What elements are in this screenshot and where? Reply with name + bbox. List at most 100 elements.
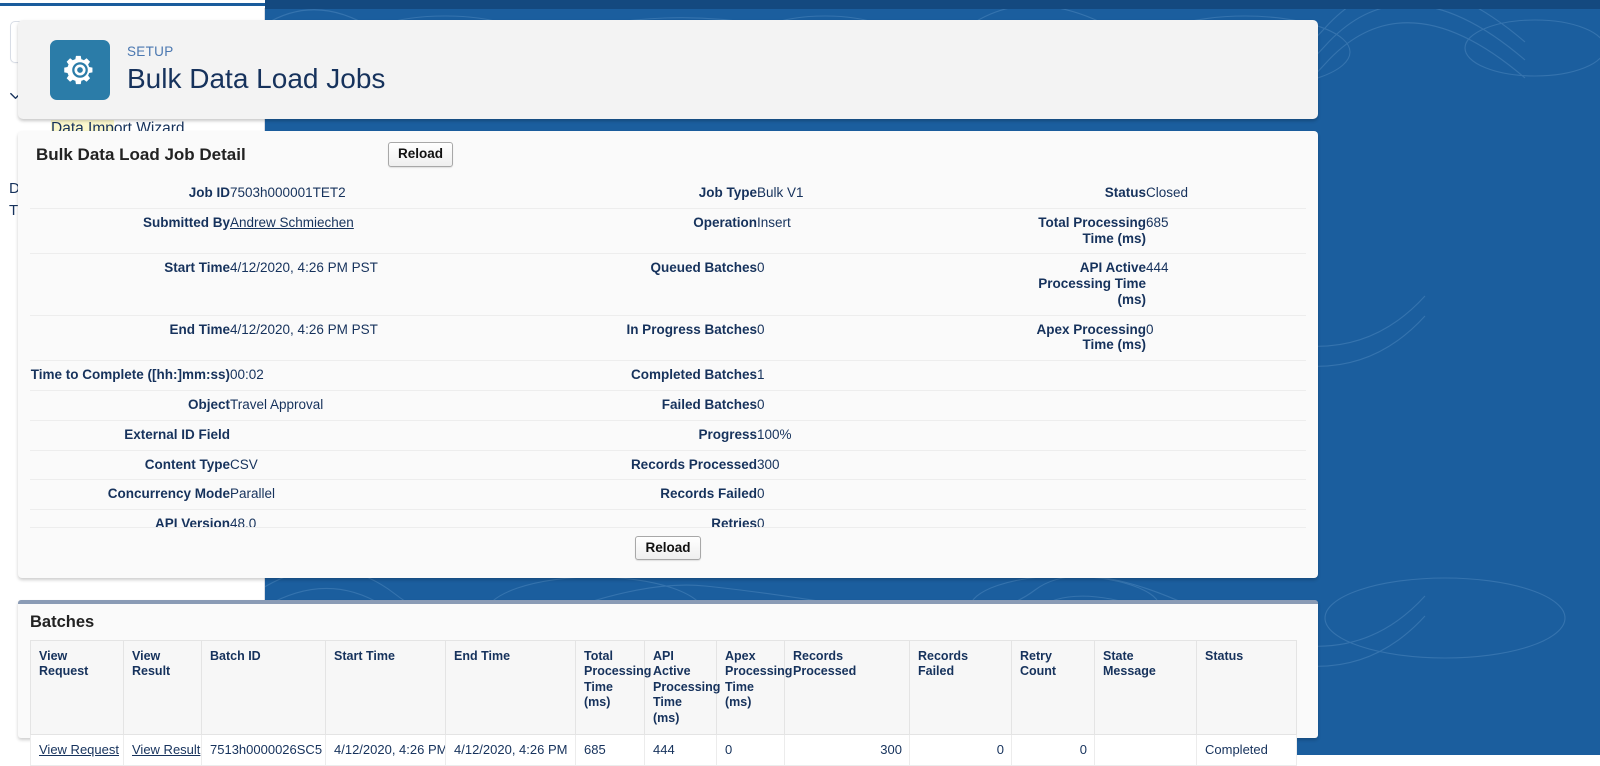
table-row: External ID Field Progress 100% bbox=[30, 419, 1306, 451]
gear-icon bbox=[64, 55, 93, 84]
field-value: 0 bbox=[757, 253, 1006, 316]
detail-panel-footer: Reload bbox=[30, 527, 1306, 568]
cell-records-processed: 300 bbox=[784, 734, 910, 766]
column-header-view-request[interactable]: View Request bbox=[30, 640, 124, 735]
batches-header-row: View Request View Result Batch ID Start … bbox=[30, 640, 1297, 735]
table-row: Job ID 7503h000001TET2 Job Type Bulk V1 … bbox=[30, 179, 1306, 208]
field-value: Parallel bbox=[230, 479, 600, 510]
field-value: 0 bbox=[757, 390, 1006, 421]
field-value: 444 bbox=[1146, 253, 1306, 316]
column-header-end-time[interactable]: End Time bbox=[445, 640, 576, 735]
table-row: Time to Complete ([hh:]mm:ss) 00:02 Comp… bbox=[30, 360, 1306, 391]
field-label: External ID Field bbox=[30, 419, 230, 451]
setup-badge bbox=[50, 39, 110, 100]
batches-title: Batches bbox=[30, 613, 95, 631]
field-value bbox=[230, 419, 600, 451]
cell-total-processing-time: 685 bbox=[575, 734, 645, 766]
cell-end-time: 4/12/2020, 4:26 PM bbox=[445, 734, 576, 766]
cell-view-request: View Request bbox=[30, 734, 124, 766]
cell-apex-processing-time: 0 bbox=[716, 734, 785, 766]
field-value: 0 bbox=[757, 314, 1006, 361]
column-header-records-processed[interactable]: Records Processed bbox=[784, 640, 910, 735]
table-row: Content Type CSV Records Processed 300 bbox=[30, 449, 1306, 480]
field-label: Total Processing Time (ms) bbox=[1006, 207, 1146, 254]
page-title: Bulk Data Load Jobs bbox=[127, 62, 386, 94]
cell-records-failed: 0 bbox=[909, 734, 1012, 766]
column-header-view-result[interactable]: View Result bbox=[123, 640, 202, 735]
field-value: 4/12/2020, 4:26 PM PST bbox=[230, 253, 600, 316]
field-label bbox=[1006, 360, 1146, 391]
field-value bbox=[1146, 479, 1306, 510]
field-value: 0 bbox=[1146, 314, 1306, 361]
field-value bbox=[1146, 360, 1306, 391]
table-row: Start Time 4/12/2020, 4:26 PM PST Queued… bbox=[30, 253, 1306, 316]
field-label: In Progress Batches bbox=[600, 314, 757, 361]
field-value bbox=[1146, 390, 1306, 421]
field-value: 1 bbox=[757, 360, 1006, 391]
field-value: 300 bbox=[757, 449, 1006, 480]
cell-start-time: 4/12/2020, 4:26 PM bbox=[325, 734, 446, 766]
detail-panel-title: Bulk Data Load Job Detail bbox=[36, 145, 246, 164]
field-label bbox=[1006, 390, 1146, 421]
page-header-text: SETUP Bulk Data Load Jobs bbox=[127, 44, 385, 94]
field-label: Concurrency Mode bbox=[30, 479, 230, 510]
table-row: View Request View Result 7513h0000026SC5… bbox=[30, 734, 1297, 766]
batches-panel: Batches View Request View Result Batch I… bbox=[18, 600, 1318, 766]
field-label: Failed Batches bbox=[600, 390, 757, 421]
reload-button-top[interactable]: Reload bbox=[388, 142, 454, 167]
field-label: Progress bbox=[600, 419, 757, 451]
field-value: Andrew Schmiechen bbox=[230, 207, 600, 254]
field-label: Records Processed bbox=[600, 449, 757, 480]
page-header-card: SETUP Bulk Data Load Jobs bbox=[18, 20, 1318, 119]
field-label bbox=[1006, 449, 1146, 480]
bulk-data-load-job-detail-panel: Bulk Data Load Job Detail Reload Job ID … bbox=[18, 131, 1318, 578]
batches-table-head: View Request View Result Batch ID Start … bbox=[30, 640, 1297, 735]
column-header-batch-id[interactable]: Batch ID bbox=[201, 640, 326, 735]
table-row: Concurrency Mode Parallel Records Failed… bbox=[30, 479, 1306, 510]
cell-status: Completed bbox=[1196, 734, 1297, 766]
field-value: CSV bbox=[230, 449, 600, 480]
column-header-apex-processing-time[interactable]: Apex Processing Time (ms) bbox=[716, 640, 792, 735]
job-detail-table: Job ID 7503h000001TET2 Job Type Bulk V1 … bbox=[30, 179, 1306, 539]
detail-panel-header: Bulk Data Load Job Detail Reload bbox=[18, 131, 1318, 179]
field-label: End Time bbox=[30, 314, 230, 361]
page-eyebrow: SETUP bbox=[127, 44, 174, 60]
batches-table-body: View Request View Result 7513h0000026SC5… bbox=[30, 734, 1297, 766]
field-value: 4/12/2020, 4:26 PM PST bbox=[230, 314, 600, 361]
table-row: Object Travel Approval Failed Batches 0 bbox=[30, 390, 1306, 421]
field-value bbox=[1146, 449, 1306, 480]
field-label: Apex Processing Time (ms) bbox=[1006, 314, 1146, 361]
field-label: Completed Batches bbox=[600, 360, 757, 391]
column-header-total-processing-time[interactable]: Total Processing Time (ms) bbox=[575, 640, 651, 735]
field-label bbox=[1006, 419, 1146, 451]
table-row: Submitted By Andrew Schmiechen Operation… bbox=[30, 207, 1306, 254]
column-header-start-time[interactable]: Start Time bbox=[325, 640, 446, 735]
cell-state-message bbox=[1094, 734, 1197, 766]
column-header-records-failed[interactable]: Records Failed bbox=[909, 640, 1012, 735]
field-value: Bulk V1 bbox=[757, 185, 804, 200]
field-value: 7503h000001TET2 bbox=[230, 185, 346, 200]
batches-table: View Request View Result Batch ID Start … bbox=[30, 640, 1297, 766]
column-header-retry-count[interactable]: Retry Count bbox=[1011, 640, 1095, 735]
cell-batch-id: 7513h0000026SC5 bbox=[201, 734, 326, 766]
stage-top-band bbox=[265, 0, 1600, 9]
field-label: Start Time bbox=[30, 253, 230, 316]
reload-button-bottom[interactable]: Reload bbox=[635, 535, 701, 561]
column-header-state-message[interactable]: State Message bbox=[1094, 640, 1197, 735]
field-label: Job Type bbox=[698, 185, 757, 200]
field-value: Travel Approval bbox=[230, 390, 600, 421]
field-value: Closed bbox=[1146, 185, 1189, 200]
field-value: 100% bbox=[757, 419, 1006, 451]
field-value: 685 bbox=[1146, 207, 1306, 254]
field-label: Submitted By bbox=[30, 207, 230, 254]
field-label: Queued Batches bbox=[600, 253, 757, 316]
cell-view-result: View Result bbox=[123, 734, 202, 766]
job-detail-rows: Job ID 7503h000001TET2 Job Type Bulk V1 … bbox=[30, 179, 1306, 539]
cell-api-active-processing-time: 444 bbox=[644, 734, 717, 766]
field-label bbox=[1006, 479, 1146, 510]
field-label: Status bbox=[1104, 185, 1146, 200]
submitted-by-link[interactable]: Andrew Schmiechen bbox=[230, 215, 354, 230]
column-header-api-active-processing-time[interactable]: API Active Processing Time (ms) bbox=[644, 640, 720, 735]
table-row: End Time 4/12/2020, 4:26 PM PST In Progr… bbox=[30, 314, 1306, 361]
column-header-status[interactable]: Status bbox=[1196, 640, 1297, 735]
